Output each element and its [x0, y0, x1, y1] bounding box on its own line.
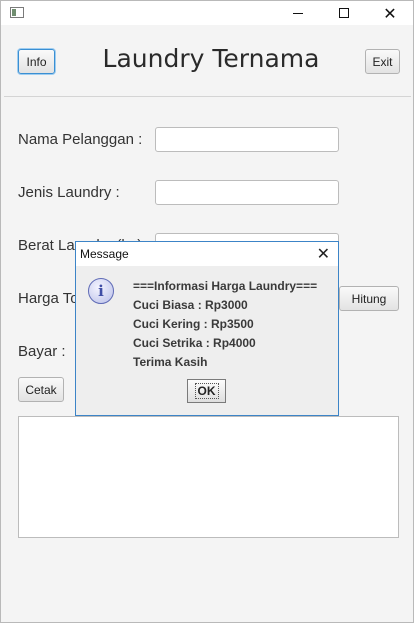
dialog-titlebar: Message ✕: [76, 242, 338, 266]
app-icon: [10, 7, 24, 18]
header-divider: [4, 96, 411, 97]
maximize-button[interactable]: [321, 1, 367, 25]
calculate-button[interactable]: Hitung: [339, 286, 399, 311]
dialog-title: Message: [80, 247, 129, 261]
maximize-icon: [339, 8, 349, 18]
close-window-button[interactable]: ✕: [367, 1, 413, 25]
minimize-icon: [293, 12, 303, 14]
laundry-type-field[interactable]: [155, 180, 339, 205]
message-dialog: Message ✕ i ===Informasi Harga Laundry==…: [75, 241, 339, 416]
ok-button-label: OK: [194, 383, 219, 399]
dialog-message-line: ===Informasi Harga Laundry===: [133, 279, 318, 293]
print-button[interactable]: Cetak: [18, 377, 64, 402]
dialog-message-line: Cuci Setrika : Rp4000: [133, 336, 256, 350]
dialog-message-line: Terima Kasih: [133, 355, 208, 369]
laundry-type-label: Jenis Laundry :: [18, 184, 120, 201]
exit-button[interactable]: Exit: [365, 49, 400, 74]
dialog-close-button[interactable]: ✕: [317, 244, 330, 263]
ok-button[interactable]: OK: [187, 379, 226, 403]
customer-name-field[interactable]: [155, 127, 339, 152]
pay-label: Bayar :: [18, 343, 66, 360]
info-button[interactable]: Info: [18, 49, 55, 74]
window-titlebar: ✕: [1, 1, 413, 25]
dialog-message-line: Cuci Kering : Rp3500: [133, 317, 254, 331]
dialog-message-line: Cuci Biasa : Rp3000: [133, 298, 248, 312]
customer-name-label: Nama Pelanggan :: [18, 131, 143, 148]
close-icon: ✕: [383, 3, 397, 23]
page-title: Laundry Ternama: [102, 44, 320, 73]
minimize-button[interactable]: [275, 1, 321, 25]
info-icon: i: [88, 278, 114, 304]
output-textarea[interactable]: [18, 416, 399, 538]
